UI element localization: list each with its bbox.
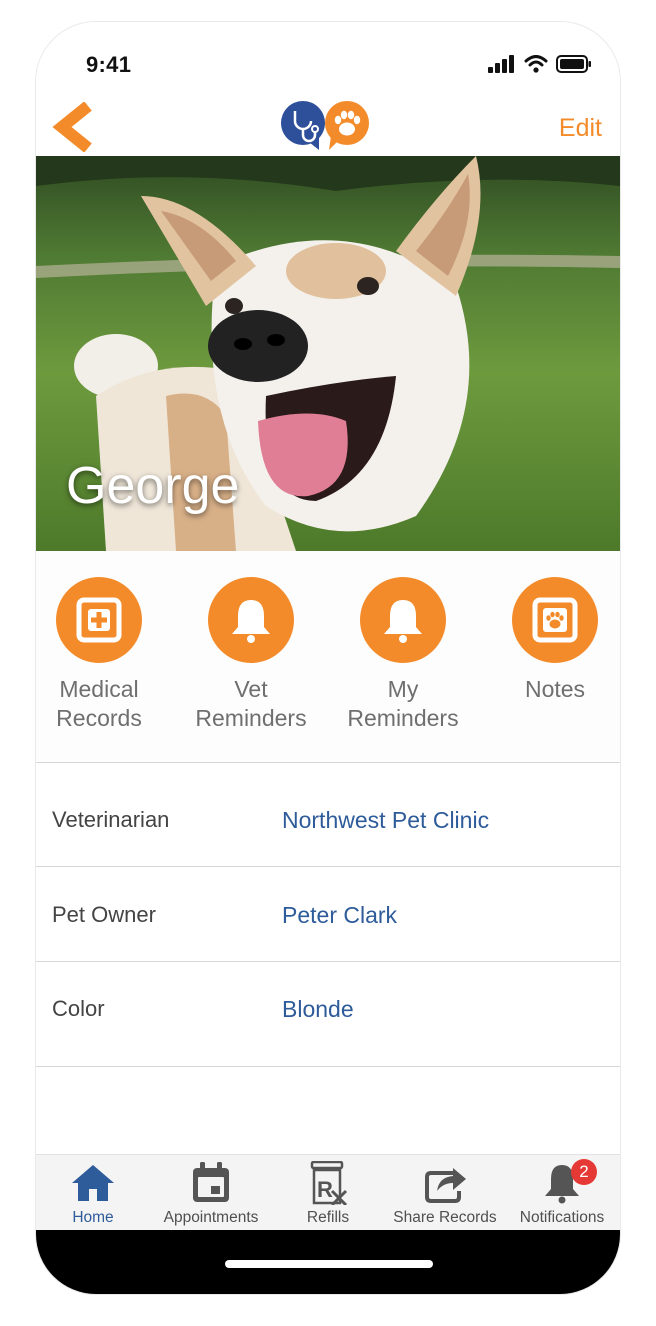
quick-actions: Medical Records Vet Reminders My Reminde… bbox=[36, 551, 620, 761]
tab-share-records[interactable]: Share Records bbox=[386, 1155, 504, 1231]
prescription-icon: R bbox=[269, 1161, 387, 1205]
phone-screen: 9:41 Edit George Medical Records Vet Rem… bbox=[36, 22, 620, 1294]
status-bar: 9:41 bbox=[36, 22, 620, 94]
tab-label: Appointments bbox=[163, 1209, 259, 1226]
detail-key: Veterinarian bbox=[52, 807, 170, 832]
tab-bar: Home Appointments R Refills Share Record… bbox=[36, 1154, 620, 1231]
back-button[interactable] bbox=[50, 101, 100, 153]
notes-button[interactable]: Notes bbox=[480, 577, 620, 704]
action-label-line1: Notes bbox=[524, 676, 586, 702]
divider bbox=[36, 1066, 620, 1067]
action-label-line1: Vet bbox=[234, 676, 268, 702]
tab-label: Refills bbox=[306, 1209, 350, 1226]
home-indicator-area bbox=[36, 1230, 620, 1294]
detail-value-link[interactable]: Peter Clark bbox=[282, 868, 397, 962]
edit-button[interactable]: Edit bbox=[559, 114, 602, 143]
wifi-icon bbox=[524, 55, 548, 73]
tab-label: Home bbox=[72, 1209, 114, 1226]
action-label-line2: Reminders bbox=[195, 705, 307, 731]
home-icon bbox=[36, 1161, 152, 1205]
calendar-icon bbox=[152, 1161, 270, 1205]
bell-icon bbox=[208, 577, 294, 663]
home-indicator[interactable] bbox=[225, 1260, 433, 1268]
tab-refills[interactable]: R Refills bbox=[269, 1155, 387, 1231]
medical-plus-icon bbox=[56, 577, 142, 663]
nav-bar: Edit bbox=[36, 94, 620, 156]
tab-notifications[interactable]: 2 Notifications bbox=[503, 1155, 620, 1231]
cellular-signal-icon bbox=[488, 55, 514, 73]
vet-reminders-button[interactable]: Vet Reminders bbox=[176, 577, 326, 733]
bell-icon bbox=[503, 1161, 620, 1205]
divider bbox=[36, 866, 620, 867]
medical-records-button[interactable]: Medical Records bbox=[36, 577, 174, 733]
action-label-line2: Reminders bbox=[347, 705, 459, 731]
status-icons bbox=[488, 55, 592, 73]
detail-key: Color bbox=[52, 996, 105, 1021]
tab-home[interactable]: Home bbox=[36, 1155, 152, 1231]
pet-name: George bbox=[66, 457, 240, 515]
detail-row-pet-owner: Pet Owner Peter Clark bbox=[36, 868, 620, 962]
status-time: 9:41 bbox=[86, 52, 132, 77]
bell-icon bbox=[360, 577, 446, 663]
pet-photo: George bbox=[36, 156, 620, 551]
share-icon bbox=[386, 1161, 504, 1205]
notification-count-badge: 2 bbox=[571, 1159, 597, 1185]
action-label-line1: Medical bbox=[59, 676, 139, 702]
tab-appointments[interactable]: Appointments bbox=[152, 1155, 270, 1231]
detail-row-veterinarian: Veterinarian Northwest Pet Clinic bbox=[36, 773, 620, 867]
tab-label: Share Records bbox=[393, 1209, 497, 1226]
detail-value-link[interactable]: Blonde bbox=[282, 962, 354, 1056]
action-label-line2: Records bbox=[56, 705, 142, 731]
detail-key: Pet Owner bbox=[52, 902, 156, 927]
detail-value-link[interactable]: Northwest Pet Clinic bbox=[282, 773, 489, 867]
svg-text:R: R bbox=[317, 1177, 333, 1202]
chevron-left-icon bbox=[52, 101, 92, 153]
action-label-line1: My bbox=[387, 676, 419, 702]
paw-note-icon bbox=[512, 577, 598, 663]
battery-icon bbox=[556, 55, 591, 73]
divider bbox=[36, 762, 620, 763]
detail-row-color: Color Blonde bbox=[36, 962, 620, 1056]
tab-label: Notifications bbox=[519, 1209, 605, 1226]
app-logo bbox=[281, 101, 369, 150]
my-reminders-button[interactable]: My Reminders bbox=[328, 577, 478, 733]
